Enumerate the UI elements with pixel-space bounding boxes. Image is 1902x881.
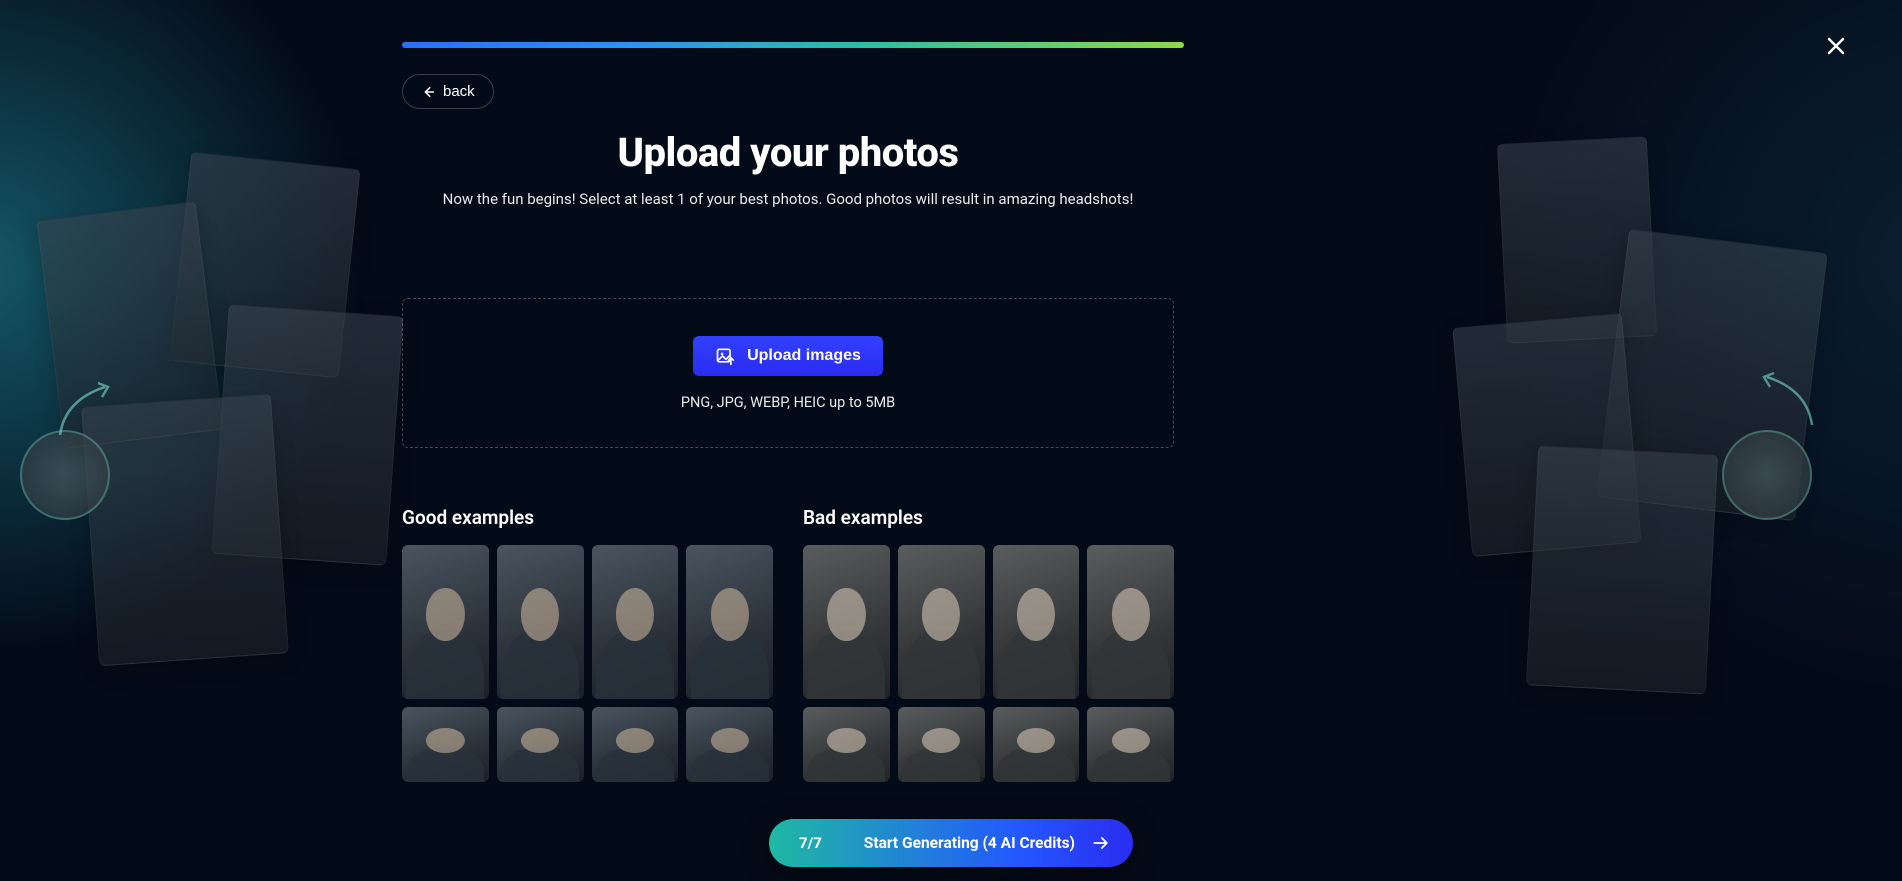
arrow-right-icon (1091, 833, 1111, 853)
page-title: Upload your photos (402, 129, 1174, 176)
good-examples-section: Good examples (402, 506, 773, 782)
bad-example-image (1087, 545, 1174, 699)
good-example-image (497, 545, 584, 699)
upload-button-label: Upload images (747, 347, 861, 365)
image-upload-icon (715, 346, 735, 366)
upload-hint: PNG, JPG, WEBP, HEIC up to 5MB (681, 394, 895, 411)
good-examples-title: Good examples (402, 506, 773, 529)
good-example-image (402, 545, 489, 699)
bad-example-image (993, 707, 1080, 781)
decorative-cards-right (1482, 140, 1882, 740)
progress-bar (402, 42, 1184, 48)
step-indicator: 7/7 (769, 834, 848, 852)
decorative-cards-left (20, 150, 420, 750)
bad-example-image (898, 707, 985, 781)
bad-examples-section: Bad examples (803, 506, 1174, 782)
bad-example-image (1087, 707, 1174, 781)
upload-images-button[interactable]: Upload images (693, 336, 883, 376)
bad-examples-title: Bad examples (803, 506, 1174, 529)
good-example-image (686, 707, 773, 781)
close-icon (1824, 34, 1848, 58)
bad-example-image (993, 545, 1080, 699)
arrow-left-icon (421, 85, 435, 99)
good-example-image (592, 707, 679, 781)
bad-example-image (803, 707, 890, 781)
upload-dropzone[interactable]: Upload images PNG, JPG, WEBP, HEIC up to… (402, 298, 1174, 448)
back-button[interactable]: back (402, 74, 494, 109)
start-generating-button[interactable]: 7/7 Start Generating (4 AI Credits) (769, 819, 1133, 867)
start-generating-label: Start Generating (4 AI Credits) (848, 834, 1091, 852)
good-example-image (592, 545, 679, 699)
good-example-image (402, 707, 489, 781)
back-label: back (443, 83, 475, 100)
bad-example-image (803, 545, 890, 699)
good-example-image (686, 545, 773, 699)
good-example-image (497, 707, 584, 781)
bad-example-image (898, 545, 985, 699)
page-subtitle: Now the fun begins! Select at least 1 of… (402, 190, 1174, 208)
close-button[interactable] (1820, 30, 1852, 62)
